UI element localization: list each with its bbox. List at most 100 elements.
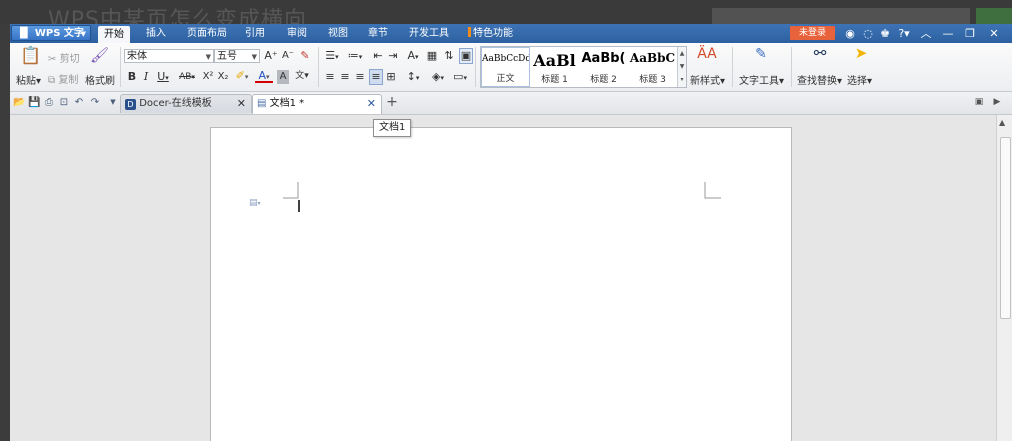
italic-button[interactable]: I [141, 70, 151, 84]
styles-scroll[interactable]: ▲ ▼ ▾ [677, 47, 686, 87]
align-right-icon[interactable]: ≡ [354, 70, 366, 84]
select-button[interactable]: 选择▾ [847, 72, 872, 87]
strikethrough-button[interactable]: AB▾ [175, 70, 199, 84]
page-margin-marks [283, 182, 721, 212]
grow-font-button[interactable]: A⁺ [264, 49, 278, 63]
group-divider [475, 47, 476, 87]
styles-gallery: AaBbCcDd 正文 AaBl 标题 1 AaBb( 标题 2 AaBbC 标… [480, 46, 687, 88]
justify-icon[interactable]: ≡ [369, 69, 383, 85]
group-divider [120, 47, 121, 87]
background-button [976, 8, 1012, 24]
text-tools-icon[interactable]: ✎ [751, 47, 771, 61]
char-shading-icon[interactable]: A [277, 70, 289, 84]
add-tab-icon[interactable]: + [386, 95, 398, 109]
minimize-icon[interactable]: — [940, 25, 956, 42]
shrink-font-button[interactable]: A⁻ [281, 49, 295, 63]
shading-icon[interactable]: ◈▾ [428, 70, 448, 85]
borders-icon[interactable]: ▭▾ [451, 70, 469, 85]
feedback-icon[interactable]: ◉ [842, 25, 858, 42]
login-button[interactable]: 未登录 [790, 26, 835, 40]
wps-app-menu-button[interactable]: ▐▌ WPS 文字 ▼ [11, 25, 91, 41]
wps-window: ▐▌ WPS 文字 ▼ 开始 插入 页面布局 引用 审阅 视图 章节 开发工具 … [10, 24, 1012, 441]
style-normal[interactable]: AaBbCcDd 正文 [481, 47, 530, 87]
group-divider [732, 47, 733, 87]
vertical-scrollbar[interactable]: ▲ [996, 115, 1012, 441]
paste-button[interactable]: 粘贴▾ [16, 72, 41, 87]
document-page[interactable]: ▤▾ [210, 127, 792, 441]
increase-indent-icon[interactable]: ⇥ [387, 49, 399, 63]
group-divider [791, 47, 792, 87]
restore-icon[interactable]: ❐ [962, 25, 978, 42]
background-search [712, 8, 970, 24]
scroll-thumb[interactable] [1000, 137, 1011, 319]
close-icon[interactable]: ✕ [986, 25, 1002, 42]
tab-home[interactable]: 开始 [98, 26, 130, 43]
phonetic-guide-icon[interactable]: 文▾ [293, 69, 311, 83]
docer-icon: D [125, 99, 136, 110]
sort-icon[interactable]: ⇅ [443, 49, 455, 63]
help-icon[interactable]: ?▾ [894, 25, 914, 42]
clear-format-icon[interactable]: ✎ [298, 49, 312, 63]
line-spacing-icon[interactable]: ↕▾ [404, 70, 422, 85]
numbered-list-icon[interactable]: ≔▾ [346, 49, 364, 64]
tab-page-layout[interactable]: 页面布局 [187, 24, 227, 43]
font-color-icon[interactable]: A▾ [255, 69, 273, 83]
scroll-up-arrow[interactable]: ▲ [999, 118, 1005, 127]
cut-button[interactable]: ✂ 剪切 [48, 50, 80, 65]
highlight-icon[interactable]: ✐▾ [233, 69, 251, 84]
bullet-list-icon[interactable]: ☰▾ [323, 49, 341, 64]
format-painter-icon[interactable]: 🖌 [90, 48, 109, 63]
distribute-icon[interactable]: ⊞ [385, 70, 397, 84]
new-style-icon[interactable]: ÄA [695, 47, 719, 61]
toolbar-toggle-icon[interactable]: ▶ [991, 96, 1003, 109]
scissors-icon: ✂ [48, 54, 57, 65]
underline-button[interactable]: U▾ [154, 70, 172, 85]
tab-developer[interactable]: 开发工具 [409, 24, 449, 43]
binoculars-icon[interactable]: ⚯ [810, 46, 830, 61]
text-direction-icon[interactable]: A▾ [404, 49, 422, 64]
tab-special-features[interactable]: 特色功能 [468, 24, 513, 43]
bold-button[interactable]: B [126, 70, 138, 84]
style-heading-1[interactable]: AaBl 标题 1 [530, 47, 579, 87]
find-replace-button[interactable]: 查找替换▾ [797, 72, 842, 87]
skin-icon[interactable]: ♚ [877, 25, 893, 42]
tab-insert[interactable]: 插入 [146, 24, 166, 43]
style-heading-2[interactable]: AaBb( 标题 2 [579, 47, 628, 87]
paste-icon[interactable]: 📋 [20, 46, 41, 66]
open-folder-icon[interactable]: 📂 [13, 96, 25, 109]
close-tab-icon[interactable]: ✕ [237, 95, 246, 113]
tab-references[interactable]: 引用 [245, 24, 265, 43]
quick-access-dropdown-icon[interactable]: ▼ [107, 96, 119, 109]
decrease-indent-icon[interactable]: ⇤ [372, 49, 384, 63]
copy-button[interactable]: ⧉ 复制 [48, 71, 78, 86]
chevron-up-icon[interactable]: ︿ [918, 25, 934, 42]
format-painter-button[interactable]: 格式刷 [85, 72, 115, 87]
tab-view[interactable]: 视图 [328, 24, 348, 43]
text-tools-button[interactable]: 文字工具▾ [739, 72, 784, 87]
save-icon[interactable]: 💾 [28, 96, 40, 109]
new-style-button[interactable]: 新样式▾ [690, 72, 725, 87]
tab-review[interactable]: 审阅 [287, 24, 307, 43]
redo-icon[interactable]: ↷ [89, 96, 101, 109]
tab-docer-templates[interactable]: D Docer-在线模板 ✕ [120, 94, 252, 113]
tab-chapter[interactable]: 章节 [368, 24, 388, 43]
tab-document-1[interactable]: ▤ 文档1 * ✕ [252, 94, 382, 114]
restore-doc-icon[interactable]: ▣ [973, 96, 985, 109]
table-icon[interactable]: ▦ [426, 49, 438, 63]
align-center-icon[interactable]: ≡ [339, 70, 351, 84]
subscript-button[interactable]: X₂ [216, 70, 230, 84]
cursor-select-icon[interactable]: ➤ [853, 46, 869, 61]
close-tab-icon[interactable]: ✕ [367, 95, 376, 113]
document-workspace: ▤▾ [10, 115, 996, 441]
chat-icon[interactable]: ◌ [860, 25, 876, 42]
print-preview-icon[interactable]: ⊡ [58, 96, 70, 109]
print-icon[interactable]: ⎙ [43, 96, 55, 109]
paragraph-options-icon[interactable]: ▤▾ [249, 198, 261, 208]
font-family-select[interactable]: 宋体 ▼ [124, 49, 214, 63]
font-size-select[interactable]: 五号 ▼ [214, 49, 260, 63]
align-left-icon[interactable]: ≡ [324, 70, 336, 84]
style-heading-3[interactable]: AaBbC 标题 3 [628, 47, 677, 87]
undo-icon[interactable]: ↶ [73, 96, 85, 109]
show-marks-icon[interactable]: ▣ [459, 48, 473, 64]
superscript-button[interactable]: X² [201, 70, 215, 84]
